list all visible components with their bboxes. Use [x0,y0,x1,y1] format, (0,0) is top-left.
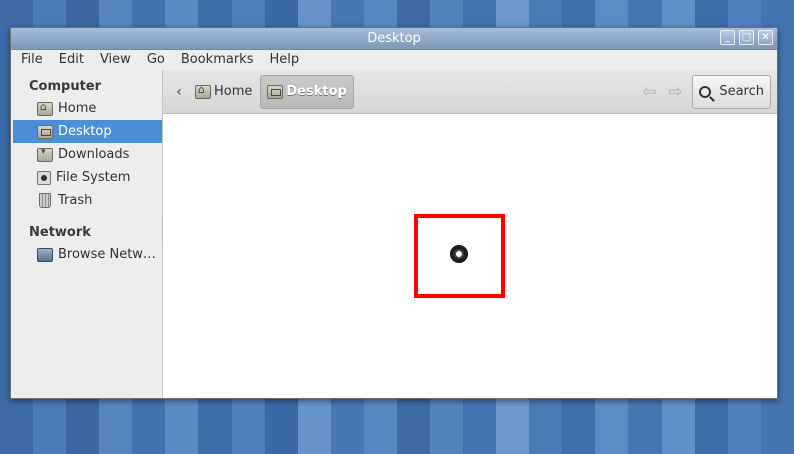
sidebar-heading-computer: Computer [29,79,102,94]
location-toolbar: ‹ Home Desktop ⇦ ⇨ Search [163,70,777,114]
sidebar-item-label: Desktop [58,124,112,139]
file-manager-window: Desktop _ □ ✕ File Edit View Go Bookmark… [10,27,778,399]
sidebar-item-file-system[interactable]: File System [11,166,162,189]
window-controls: _ □ ✕ [720,30,773,45]
file-view-area[interactable] [163,114,777,398]
sidebar-item-home[interactable]: Home [11,97,162,120]
loading-spinner-icon [450,245,468,263]
window-title: Desktop [367,31,421,46]
breadcrumb-desktop[interactable]: Desktop [260,74,354,109]
sidebar-item-label: Trash [58,193,93,208]
menu-go[interactable]: Go [139,50,173,70]
sidebar-item-browse-network[interactable]: Browse Netw… [11,243,162,266]
sidebar-item-desktop[interactable]: Desktop [13,120,162,143]
breadcrumb-scroll-left-button[interactable]: ‹ [169,84,189,100]
search-label: Search [719,84,764,99]
window-titlebar[interactable]: Desktop _ □ ✕ [11,28,777,50]
search-icon [699,85,712,98]
downloads-folder-icon [37,147,53,162]
back-arrow-icon[interactable]: ⇦ [636,82,662,102]
sidebar-item-label: Home [58,101,97,116]
sidebar-heading-network: Network [29,225,91,240]
main-pane: ‹ Home Desktop ⇦ ⇨ Search [163,70,777,398]
forward-arrow-icon[interactable]: ⇨ [662,82,688,102]
sidebar-item-trash[interactable]: Trash [11,189,162,212]
drive-icon [37,170,51,185]
close-button[interactable]: ✕ [758,30,773,45]
network-icon [37,247,53,262]
menu-view[interactable]: View [92,50,139,70]
breadcrumb-home[interactable]: Home [189,75,258,109]
minimize-button[interactable]: _ [720,30,735,45]
menu-help[interactable]: Help [261,50,307,70]
menu-edit[interactable]: Edit [51,50,92,70]
search-button[interactable]: Search [692,74,771,109]
menu-bookmarks[interactable]: Bookmarks [173,50,262,70]
maximize-button[interactable]: □ [739,30,754,45]
breadcrumb-label: Desktop [286,84,347,99]
menu-file[interactable]: File [13,50,51,70]
home-folder-icon [37,100,53,116]
sidebar-item-label: File System [56,170,131,185]
places-sidebar: Computer Home Desktop Downloads File Sys… [11,70,163,398]
sidebar-item-label: Browse Netw… [58,247,156,262]
menubar: File Edit View Go Bookmarks Help [11,50,777,71]
sidebar-item-downloads[interactable]: Downloads [11,143,162,166]
home-folder-icon [195,83,211,99]
sidebar-item-label: Downloads [58,147,130,162]
desktop-folder-icon [267,84,284,99]
breadcrumb-label: Home [214,84,253,99]
trash-icon [39,193,51,208]
desktop-folder-icon [37,124,53,139]
